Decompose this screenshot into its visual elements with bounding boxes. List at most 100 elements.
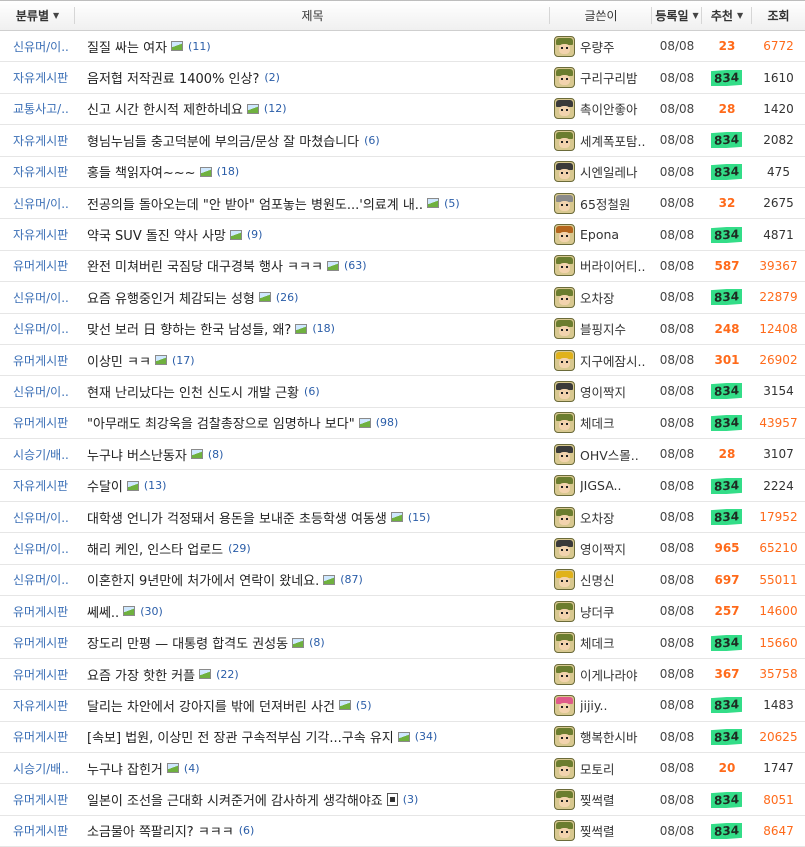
category-link[interactable]: 자유게시판 bbox=[0, 163, 75, 180]
sort-by-category[interactable]: 분류별 ▼ bbox=[0, 1, 75, 30]
comment-count[interactable]: (6) bbox=[304, 385, 320, 398]
writer-cell[interactable]: 모토리 bbox=[550, 757, 652, 779]
post-title-link[interactable]: 쎄쎄.. bbox=[87, 602, 119, 621]
sort-by-views[interactable]: 조회 bbox=[752, 1, 805, 30]
post-title-link[interactable]: 요즘 유행중인거 체감되는 성형 bbox=[87, 288, 255, 307]
writer-cell[interactable]: 촉이안좋아 bbox=[550, 98, 652, 120]
writer-cell[interactable]: 찢썩렬 bbox=[550, 789, 652, 811]
post-title-link[interactable]: [속보] 법원, 이상민 전 장관 구속적부심 기각...구속 유지 bbox=[87, 727, 394, 746]
post-title-link[interactable]: "아무래도 최강욱을 검찰총장으로 임명하나 보다" bbox=[87, 413, 355, 432]
post-title-link[interactable]: 일본이 조선을 근대화 시켜준거에 감사하게 생각해야죠 bbox=[87, 790, 383, 809]
writer-cell[interactable]: 지구에잠시.. bbox=[550, 349, 652, 371]
writer-cell[interactable]: 시엔일레나 bbox=[550, 161, 652, 183]
category-link[interactable]: 신유머/이.. bbox=[0, 540, 75, 557]
comment-count[interactable]: (6) bbox=[239, 824, 255, 837]
writer-cell[interactable]: OHV스몰.. bbox=[550, 443, 652, 465]
post-title-link[interactable]: 요즘 가장 핫한 커플 bbox=[87, 665, 195, 684]
category-link[interactable]: 신유머/이.. bbox=[0, 289, 75, 306]
comment-count[interactable]: (12) bbox=[264, 102, 287, 115]
category-link[interactable]: 신유머/이.. bbox=[0, 195, 75, 212]
post-title-link[interactable]: 전공의들 돌아오는데 "안 받아" 엄포놓는 병원도...'의료계 내.. bbox=[87, 194, 423, 213]
category-link[interactable]: 자유게시판 bbox=[0, 69, 75, 86]
category-link[interactable]: 유머게시판 bbox=[0, 414, 75, 431]
writer-cell[interactable]: 블핑지수 bbox=[550, 318, 652, 340]
comment-count[interactable]: (29) bbox=[228, 542, 251, 555]
writer-cell[interactable]: 찢썩렬 bbox=[550, 820, 652, 842]
writer-cell[interactable]: JIGSA.. bbox=[550, 475, 652, 497]
comment-count[interactable]: (34) bbox=[415, 730, 438, 743]
post-title-link[interactable]: 달리는 차안에서 강아지를 밖에 던져버린 사건 bbox=[87, 696, 335, 715]
writer-cell[interactable]: 행복한시바 bbox=[550, 726, 652, 748]
post-title-link[interactable]: 이상민 ㅋㅋ bbox=[87, 351, 151, 370]
post-title-link[interactable]: 소금물아 쪽팔리지? ㅋㅋㅋ bbox=[87, 821, 234, 840]
category-link[interactable]: 신유머/이.. bbox=[0, 383, 75, 400]
post-title-link[interactable]: 수달이 bbox=[87, 476, 123, 495]
comment-count[interactable]: (18) bbox=[217, 165, 240, 178]
post-title-link[interactable]: 이혼한지 9년만에 처가에서 연락이 왔네요. bbox=[87, 570, 319, 589]
comment-count[interactable]: (2) bbox=[264, 71, 280, 84]
category-link[interactable]: 유머게시판 bbox=[0, 822, 75, 839]
category-link[interactable]: 자유게시판 bbox=[0, 697, 75, 714]
category-link[interactable]: 유머게시판 bbox=[0, 666, 75, 683]
writer-cell[interactable]: 세계폭포탐.. bbox=[550, 129, 652, 151]
writer-cell[interactable]: Epona bbox=[550, 224, 652, 246]
post-title-link[interactable]: 신고 시간 한시적 제한하네요 bbox=[87, 99, 243, 118]
comment-count[interactable]: (17) bbox=[172, 354, 195, 367]
writer-cell[interactable]: 신명신 bbox=[550, 569, 652, 591]
sort-by-date[interactable]: 등록일 ▼ bbox=[652, 1, 702, 30]
comment-count[interactable]: (98) bbox=[376, 416, 399, 429]
writer-cell[interactable]: 65정철원 bbox=[550, 192, 652, 214]
comment-count[interactable]: (8) bbox=[309, 636, 325, 649]
writer-cell[interactable]: 오차장 bbox=[550, 506, 652, 528]
writer-cell[interactable]: 버라이어티.. bbox=[550, 255, 652, 277]
writer-cell[interactable]: jijiy.. bbox=[550, 694, 652, 716]
post-title-link[interactable]: 형님누님들 충고덕분에 부의금/문상 잘 마쳤습니다 bbox=[87, 131, 359, 150]
post-title-link[interactable]: 약국 SUV 돌진 약사 사망 bbox=[87, 225, 226, 244]
category-link[interactable]: 유머게시판 bbox=[0, 634, 75, 651]
comment-count[interactable]: (26) bbox=[276, 291, 299, 304]
writer-cell[interactable]: 오차장 bbox=[550, 286, 652, 308]
category-link[interactable]: 신유머/이.. bbox=[0, 38, 75, 55]
comment-count[interactable]: (3) bbox=[403, 793, 419, 806]
category-link[interactable]: 유머게시판 bbox=[0, 728, 75, 745]
comment-count[interactable]: (5) bbox=[356, 699, 372, 712]
post-title-link[interactable]: 음저협 저작권료 1400% 인상? bbox=[87, 68, 259, 87]
comment-count[interactable]: (5) bbox=[444, 197, 460, 210]
post-title-link[interactable]: 해리 케인, 인스타 업로드 bbox=[87, 539, 223, 558]
writer-cell[interactable]: 우량주 bbox=[550, 35, 652, 57]
post-title-link[interactable]: 질질 싸는 여자 bbox=[87, 37, 167, 56]
comment-count[interactable]: (15) bbox=[408, 511, 431, 524]
post-title-link[interactable]: 누구냐 잡힌거 bbox=[87, 759, 163, 778]
category-link[interactable]: 자유게시판 bbox=[0, 226, 75, 243]
comment-count[interactable]: (22) bbox=[216, 668, 239, 681]
comment-count[interactable]: (18) bbox=[312, 322, 335, 335]
comment-count[interactable]: (63) bbox=[344, 259, 367, 272]
category-link[interactable]: 신유머/이.. bbox=[0, 320, 75, 337]
category-link[interactable]: 시승기/배.. bbox=[0, 446, 75, 463]
post-title-link[interactable]: 현재 난리났다는 인천 신도시 개발 근황 bbox=[87, 382, 299, 401]
category-link[interactable]: 유머게시판 bbox=[0, 257, 75, 274]
category-link[interactable]: 교통사고/.. bbox=[0, 100, 75, 117]
comment-count[interactable]: (87) bbox=[340, 573, 363, 586]
writer-cell[interactable]: 냥더쿠 bbox=[550, 600, 652, 622]
post-title-link[interactable]: 누구냐 버스난동자 bbox=[87, 445, 187, 464]
comment-count[interactable]: (9) bbox=[247, 228, 263, 241]
post-title-link[interactable]: 홍들 책읽자여~~~ bbox=[87, 162, 196, 181]
writer-cell[interactable]: 체데크 bbox=[550, 412, 652, 434]
post-title-link[interactable]: 장도리 만평 — 대통령 합격도 권성동 bbox=[87, 633, 288, 652]
writer-cell[interactable]: 영이짝지 bbox=[550, 537, 652, 559]
comment-count[interactable]: (4) bbox=[184, 762, 200, 775]
post-title-link[interactable]: 맞선 보러 日 향하는 한국 남성들, 왜? bbox=[87, 319, 291, 338]
comment-count[interactable]: (13) bbox=[144, 479, 167, 492]
writer-cell[interactable]: 구리구리밤 bbox=[550, 67, 652, 89]
category-link[interactable]: 시승기/배.. bbox=[0, 760, 75, 777]
writer-cell[interactable]: 체데크 bbox=[550, 632, 652, 654]
category-link[interactable]: 신유머/이.. bbox=[0, 571, 75, 588]
category-link[interactable]: 자유게시판 bbox=[0, 477, 75, 494]
comment-count[interactable]: (11) bbox=[188, 40, 211, 53]
post-title-link[interactable]: 대학생 언니가 걱정돼서 용돈을 보내준 초등학생 여동생 bbox=[87, 508, 387, 527]
category-link[interactable]: 유머게시판 bbox=[0, 791, 75, 808]
post-title-link[interactable]: 완전 미쳐버린 국짐당 대구경북 행사 ㅋㅋㅋ bbox=[87, 256, 323, 275]
category-link[interactable]: 유머게시판 bbox=[0, 603, 75, 620]
comment-count[interactable]: (6) bbox=[364, 134, 380, 147]
